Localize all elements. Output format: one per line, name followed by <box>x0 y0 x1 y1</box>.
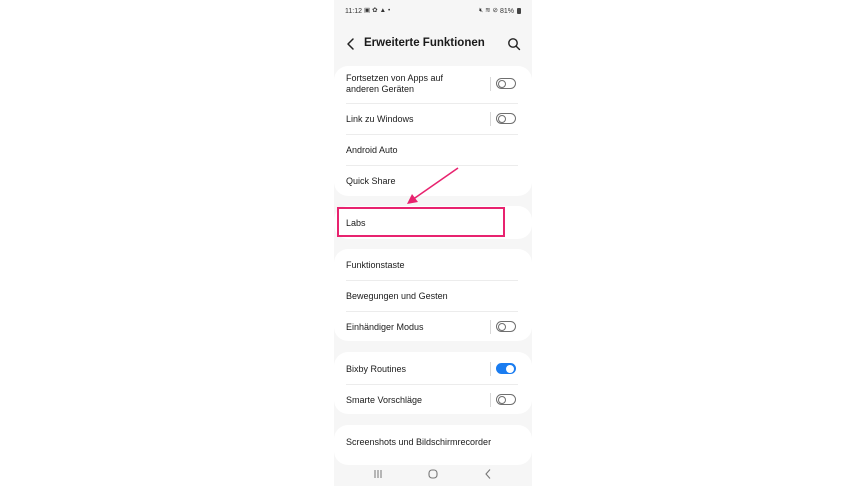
setting-label: Link zu Windows <box>346 113 414 124</box>
gallery-icon: ▣ <box>364 6 371 14</box>
setting-label: Einhändiger Modus <box>346 321 424 332</box>
setting-motions-gestures[interactable]: Bewegungen und Gesten <box>346 287 518 305</box>
setting-one-handed-mode[interactable]: Einhändiger Modus <box>346 318 518 336</box>
battery-icon <box>517 8 521 14</box>
gear-icon: ✿ <box>372 6 378 14</box>
app-bar: Erweiterte Funktionen <box>334 30 532 58</box>
separator <box>490 393 491 407</box>
settings-group-screenshots: Screenshots und Bildschirmrecorder <box>334 425 532 465</box>
warning-icon: ▲ <box>379 6 387 14</box>
setting-label: Bewegungen und Gesten <box>346 290 448 301</box>
divider <box>346 384 518 385</box>
wifi-icon: ≋ <box>485 6 491 14</box>
smart-suggestions-toggle[interactable] <box>496 394 516 405</box>
setting-smart-suggestions[interactable]: Smarte Vorschläge <box>346 391 518 409</box>
separator <box>490 362 491 376</box>
setting-label: Fortsetzen von Apps auf anderen Geräten <box>346 73 444 94</box>
back-arrow-icon[interactable] <box>342 35 360 53</box>
navigation-bar <box>334 462 532 486</box>
separator <box>490 112 491 126</box>
setting-side-key[interactable]: Funktionstaste <box>346 256 518 274</box>
phone-screen: 11:12 ▣ ✿ ▲ • 🔇︎ ≋ ⊘ 81% Erweiterte Funk… <box>334 0 532 486</box>
setting-label: Bixby Routines <box>346 363 407 374</box>
link-to-windows-toggle[interactable] <box>496 113 516 124</box>
setting-bixby-routines[interactable]: Bixby Routines <box>346 360 518 378</box>
setting-link-to-windows[interactable]: Link zu Windows <box>346 110 518 128</box>
status-bar: 11:12 ▣ ✿ ▲ • 🔇︎ ≋ ⊘ 81% <box>334 0 532 22</box>
separator <box>490 77 491 91</box>
page-title: Erweiterte Funktionen <box>364 37 485 49</box>
search-icon[interactable] <box>506 36 522 52</box>
annotation-arrow-icon <box>407 167 459 204</box>
home-icon[interactable] <box>425 466 441 482</box>
status-right: 🔇︎ ≋ ⊘ 81% <box>478 6 521 15</box>
setting-android-auto[interactable]: Android Auto <box>346 141 518 159</box>
dnd-icon: ⊘ <box>492 6 498 14</box>
annotation-highlight-box <box>337 207 505 237</box>
setting-continue-apps[interactable]: Fortsetzen von Apps auf anderen Geräten <box>346 72 518 96</box>
separator <box>490 320 491 334</box>
setting-label: Android Auto <box>346 144 398 155</box>
setting-label: Smarte Vorschläge <box>346 394 423 405</box>
bixby-routines-toggle[interactable] <box>496 363 516 374</box>
setting-label: Funktionstaste <box>346 259 405 270</box>
divider <box>346 280 518 281</box>
divider <box>346 134 518 135</box>
one-handed-mode-toggle[interactable] <box>496 321 516 332</box>
status-time: 11:12 <box>345 7 362 15</box>
mute-icon: 🔇︎ <box>478 6 484 14</box>
divider <box>346 103 518 104</box>
battery-level: 81% <box>499 7 514 15</box>
recent-apps-icon[interactable] <box>370 466 386 482</box>
settings-group-bixby: Bixby Routines Smarte Vorschläge <box>334 352 532 414</box>
setting-label: Screenshots und Bildschirmrecorder <box>346 436 492 447</box>
nav-back-icon[interactable] <box>480 466 496 482</box>
divider <box>346 311 518 312</box>
settings-group-controls: Funktionstaste Bewegungen und Gesten Ein… <box>334 249 532 341</box>
continue-apps-toggle[interactable] <box>496 78 516 89</box>
dot-icon: • <box>388 6 391 14</box>
setting-screenshots-recorder[interactable]: Screenshots und Bildschirmrecorder <box>346 433 518 451</box>
status-left: 11:12 ▣ ✿ ▲ • <box>345 6 391 15</box>
